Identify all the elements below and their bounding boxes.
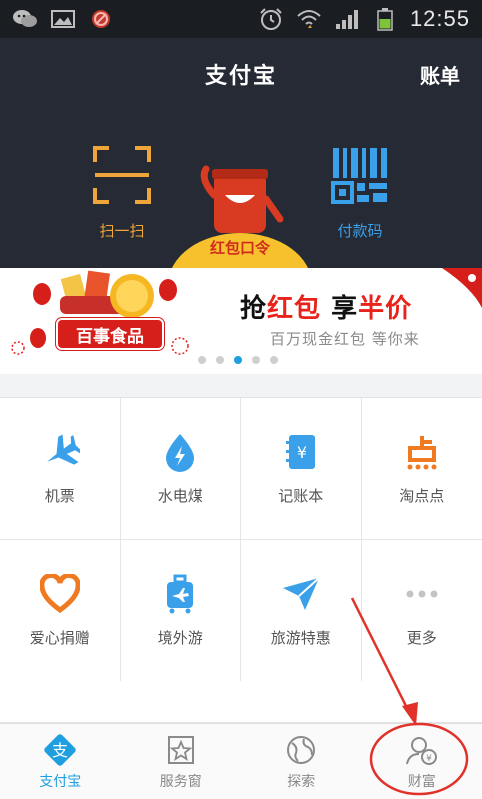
block-icon <box>88 8 114 30</box>
scan-button[interactable]: 扫一扫 <box>67 146 177 241</box>
grid-item-travel-deals[interactable]: 旅游特惠 <box>241 540 362 682</box>
grid-item-label: 水电煤 <box>157 487 203 505</box>
tab-label: 探索 <box>287 773 316 790</box>
tab-explore[interactable]: 探索 <box>241 724 362 799</box>
paper-plane-icon <box>280 573 322 615</box>
status-bar: 12:55 <box>0 0 482 38</box>
empty-row <box>0 681 482 723</box>
grid-item-label: 爱心捐赠 <box>29 629 90 647</box>
grid-item-label: 机票 <box>44 487 75 505</box>
banner-subtitle: 百万现金红包 等你来 <box>270 330 420 348</box>
alarm-icon <box>258 8 284 30</box>
tab-wealth[interactable]: ¥ 财富 <box>362 724 482 799</box>
luggage-icon <box>159 573 201 615</box>
gallery-icon <box>50 8 76 30</box>
star-window-icon <box>164 733 198 767</box>
carousel-dot[interactable] <box>216 356 224 364</box>
banner-title: 抢红包 享半价 <box>240 294 413 324</box>
grid-item-charity[interactable]: 爱心捐赠 <box>0 540 121 682</box>
utility-drop-icon <box>159 431 201 473</box>
signal-icon <box>334 8 360 30</box>
grid-item-ledger[interactable]: ¥ 记账本 <box>241 398 362 540</box>
tab-service-window[interactable]: 服务窗 <box>121 724 242 799</box>
grid-item-label: 境外游 <box>157 629 203 647</box>
status-time: 12:55 <box>409 6 470 31</box>
taodiandian-icon <box>401 431 443 473</box>
scan-icon <box>93 146 151 208</box>
pay-code-button[interactable]: 付款码 <box>305 146 415 241</box>
services-grid: 机票 水电煤 ¥ 记账本 淘点点 爱心捐赠 境外游 旅游特惠 更多 <box>0 397 482 682</box>
svg-text:支: 支 <box>52 741 68 760</box>
tab-label: 财富 <box>407 773 436 790</box>
app-header: 支付宝 账单 <box>0 38 482 110</box>
brand-badge: 百事食品 <box>56 318 164 350</box>
wechat-icon <box>12 8 38 30</box>
bill-button[interactable]: 账单 <box>420 60 460 89</box>
promo-banner[interactable]: 百事食品 抢红包 享半价 百万现金红包 等你来 <box>0 268 482 374</box>
grid-item-taodiandian[interactable]: 淘点点 <box>361 398 482 540</box>
carousel-indicator[interactable] <box>198 356 278 364</box>
grid-item-label: 淘点点 <box>399 487 445 505</box>
tab-label: 支付宝 <box>39 773 82 790</box>
tab-label: 服务窗 <box>159 773 202 790</box>
alipay-icon: 支 <box>43 733 77 767</box>
carousel-dot[interactable] <box>270 356 278 364</box>
qr-code-icon <box>331 146 389 208</box>
grid-item-label: 旅游特惠 <box>270 629 331 647</box>
carousel-dot-active[interactable] <box>234 356 242 364</box>
svg-text:¥: ¥ <box>426 754 432 764</box>
corner-decoration <box>442 268 482 308</box>
wealth-icon: ¥ <box>405 733 439 767</box>
grid-item-label: 记账本 <box>278 487 324 505</box>
carousel-dot[interactable] <box>252 356 260 364</box>
plane-icon <box>39 431 81 473</box>
pay-code-label: 付款码 <box>337 222 383 240</box>
heart-icon <box>39 573 81 615</box>
battery-icon <box>372 8 398 31</box>
red-packet-code-label: 红包口令 <box>209 239 270 257</box>
tab-alipay[interactable]: 支 支付宝 <box>0 724 121 799</box>
svg-text:¥: ¥ <box>297 443 307 462</box>
scan-label: 扫一扫 <box>99 222 145 240</box>
grid-item-more[interactable]: 更多 <box>361 540 482 682</box>
carousel-dot[interactable] <box>198 356 206 364</box>
grid-item-flights[interactable]: 机票 <box>0 398 121 540</box>
bottom-nav: 支 支付宝 服务窗 探索 ¥ 财富 <box>0 723 482 799</box>
globe-icon <box>284 733 318 767</box>
grid-item-utilities[interactable]: 水电煤 <box>120 398 241 540</box>
ledger-icon: ¥ <box>280 431 322 473</box>
more-dots-icon <box>401 573 443 615</box>
red-packet-mascot[interactable]: 红包口令 <box>170 165 310 268</box>
wifi-icon <box>296 8 322 30</box>
grid-item-label: 更多 <box>406 629 437 647</box>
page-title: 支付宝 <box>204 64 277 89</box>
grid-item-overseas-travel[interactable]: 境外游 <box>120 540 241 682</box>
hero-panel: 扫一扫 红包口令 付款码 <box>0 110 482 268</box>
